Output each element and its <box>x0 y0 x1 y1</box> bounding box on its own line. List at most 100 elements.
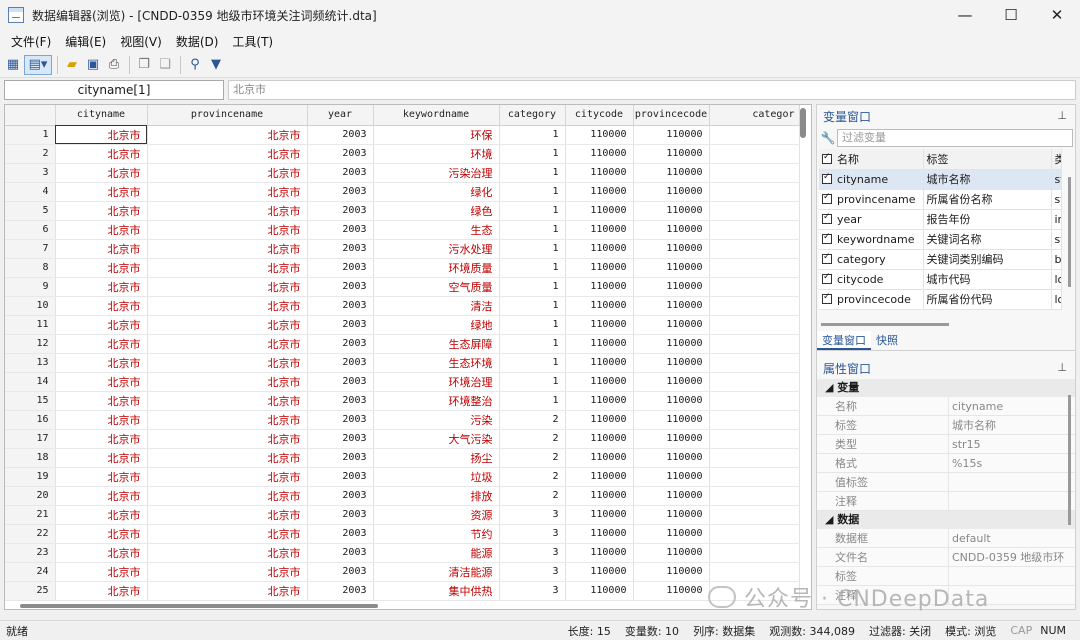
save-icon[interactable]: ▣ <box>83 55 103 75</box>
properties-section-variable[interactable]: ◢ 变量 <box>817 379 1075 397</box>
table-cell[interactable]: 1 <box>499 258 566 278</box>
table-cell[interactable]: 北京市 <box>147 315 308 335</box>
variables-horizontal-scrollbar[interactable] <box>821 323 949 326</box>
row-number[interactable]: 8 <box>5 258 56 278</box>
table-cell[interactable]: 2003 <box>307 182 374 202</box>
open-folder-icon[interactable]: ▰ <box>62 55 82 75</box>
wrench-icon[interactable]: 🔧 <box>819 131 837 145</box>
table-cell[interactable]: 2003 <box>307 220 374 240</box>
table-cell[interactable]: 110000 <box>565 125 634 145</box>
search-icon[interactable]: ⚲ <box>185 55 205 75</box>
table-cell[interactable]: 能源 <box>373 543 500 563</box>
property-value[interactable]: default <box>949 529 1075 547</box>
table-cell[interactable]: 2003 <box>307 334 374 354</box>
table-cell[interactable]: 3 <box>499 562 566 582</box>
table-cell[interactable] <box>709 391 800 411</box>
table-cell[interactable]: 北京市 <box>147 163 308 183</box>
variable-row[interactable]: keywordname 关键词名称st <box>819 229 1062 250</box>
table-cell[interactable]: 环保 <box>373 125 500 145</box>
table-cell[interactable]: 1 <box>499 334 566 354</box>
table-cell[interactable]: 北京市 <box>147 258 308 278</box>
property-value[interactable] <box>949 473 1075 491</box>
table-cell[interactable]: 1 <box>499 125 566 145</box>
table-cell[interactable]: 绿地 <box>373 315 500 335</box>
table-cell[interactable]: 清洁能源 <box>373 562 500 582</box>
row-number[interactable]: 20 <box>5 486 56 506</box>
table-cell[interactable]: 2003 <box>307 353 374 373</box>
table-cell[interactable]: 北京市 <box>55 429 148 449</box>
paste-icon[interactable]: ❏ <box>155 55 175 75</box>
variable-type-cell[interactable]: lo <box>1051 289 1062 310</box>
minimize-button[interactable]: — <box>942 0 988 30</box>
table-cell[interactable]: 110000 <box>633 315 710 335</box>
table-cell[interactable]: 2003 <box>307 144 374 164</box>
table-cell[interactable]: 环境质量 <box>373 258 500 278</box>
property-value[interactable]: CNDD-0359 地级市环 <box>949 548 1075 566</box>
table-cell[interactable]: 1 <box>499 220 566 240</box>
table-cell[interactable] <box>709 277 800 297</box>
table-cell[interactable]: 1 <box>499 372 566 392</box>
table-cell[interactable]: 集中供热 <box>373 581 500 601</box>
property-value[interactable] <box>949 492 1075 510</box>
table-cell[interactable]: 110000 <box>565 505 634 525</box>
table-cell[interactable]: 1 <box>499 277 566 297</box>
table-cell[interactable]: 110000 <box>565 144 634 164</box>
row-number[interactable]: 7 <box>5 239 56 259</box>
table-cell[interactable]: 2 <box>499 486 566 506</box>
row-number[interactable]: 10 <box>5 296 56 316</box>
table-cell[interactable]: 110000 <box>565 391 634 411</box>
table-cell[interactable]: 110000 <box>633 296 710 316</box>
table-cell[interactable]: 空气质量 <box>373 277 500 297</box>
table-cell[interactable]: 北京市 <box>147 467 308 487</box>
table-cell[interactable]: 2003 <box>307 239 374 259</box>
table-cell[interactable]: 2003 <box>307 581 374 601</box>
menu-data[interactable]: 数据(D) <box>169 33 226 50</box>
table-cell[interactable]: 北京市 <box>55 467 148 487</box>
variable-name-cell[interactable]: year <box>819 209 924 230</box>
table-cell[interactable]: 污水处理 <box>373 239 500 259</box>
table-cell[interactable]: 110000 <box>565 581 634 601</box>
variable-type-cell[interactable]: st <box>1051 229 1062 250</box>
table-cell[interactable]: 110000 <box>565 372 634 392</box>
table-cell[interactable]: 北京市 <box>147 220 308 240</box>
table-cell[interactable]: 排放 <box>373 486 500 506</box>
tab-variables[interactable]: 变量窗口 <box>817 331 871 350</box>
row-number[interactable]: 6 <box>5 220 56 240</box>
table-cell[interactable] <box>709 467 800 487</box>
variable-row[interactable]: year 报告年份in <box>819 209 1062 230</box>
column-header[interactable]: year <box>307 105 374 126</box>
checkbox-icon[interactable] <box>822 252 832 264</box>
table-cell[interactable]: 110000 <box>633 505 710 525</box>
checkbox-icon[interactable] <box>822 212 832 224</box>
table-cell[interactable]: 北京市 <box>55 505 148 525</box>
table-cell[interactable]: 北京市 <box>55 581 148 601</box>
table-cell[interactable]: 北京市 <box>55 524 148 544</box>
table-cell[interactable]: 110000 <box>633 429 710 449</box>
table-cell[interactable]: 2003 <box>307 543 374 563</box>
table-cell[interactable]: 北京市 <box>147 277 308 297</box>
row-number[interactable]: 5 <box>5 201 56 221</box>
current-value-field[interactable]: 北京市 <box>228 80 1076 100</box>
row-number[interactable]: 13 <box>5 353 56 373</box>
table-cell[interactable]: 110000 <box>633 125 710 145</box>
tab-snapshots[interactable]: 快照 <box>871 331 903 350</box>
table-cell[interactable]: 110000 <box>565 467 634 487</box>
edit-mode-icon[interactable]: ▦ <box>3 55 23 75</box>
close-button[interactable]: ✕ <box>1034 0 1080 30</box>
menu-file[interactable]: 文件(F) <box>4 33 58 50</box>
table-cell[interactable] <box>709 201 800 221</box>
table-cell[interactable]: 垃圾 <box>373 467 500 487</box>
variable-name-cell[interactable]: provincename <box>819 189 924 210</box>
table-cell[interactable]: 北京市 <box>147 372 308 392</box>
table-cell[interactable]: 北京市 <box>55 182 148 202</box>
variable-name-cell[interactable]: cityname <box>819 169 924 190</box>
table-cell[interactable]: 2003 <box>307 562 374 582</box>
table-cell[interactable]: 110000 <box>633 581 710 601</box>
table-cell[interactable]: 北京市 <box>147 391 308 411</box>
variable-type-cell[interactable]: in <box>1051 209 1062 230</box>
table-cell[interactable]: 110000 <box>565 429 634 449</box>
table-cell[interactable]: 110000 <box>633 144 710 164</box>
table-cell[interactable]: 1 <box>499 239 566 259</box>
table-cell[interactable]: 北京市 <box>147 543 308 563</box>
column-header[interactable]: category <box>499 105 566 126</box>
